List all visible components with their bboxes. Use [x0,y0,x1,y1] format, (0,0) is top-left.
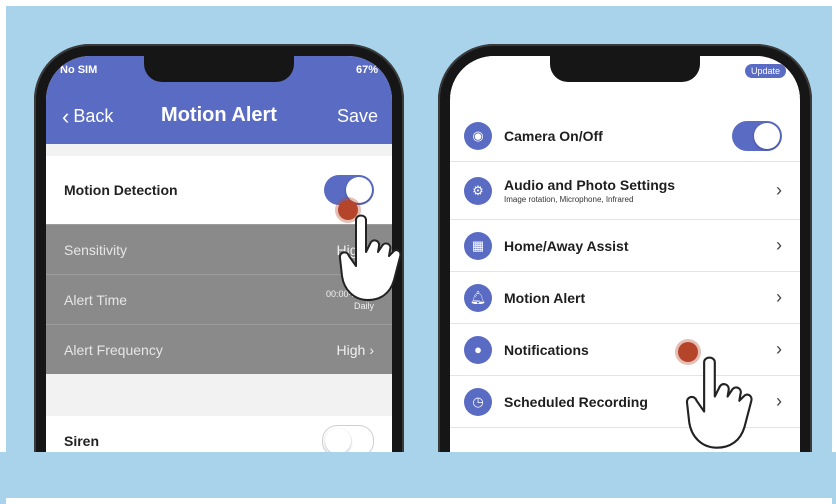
home-away-assist-label: Home/Away Assist [504,237,629,254]
alert-frequency-label: Alert Frequency [64,341,163,358]
home-away-assist-row[interactable]: ▦ Home/Away Assist › [450,220,800,272]
pointing-hand-icon [338,214,402,301]
left-phone: No SIM 67% ‹ Back Motion Alert Save Moti… [34,44,404,504]
camera-on-off-label: Camera On/Off [504,127,603,144]
chevron-right-icon: › [776,180,782,200]
home-grid-icon: ▦ [464,231,492,260]
chevron-right-icon: › [776,391,782,411]
clock-icon: ◷ [464,387,492,416]
audio-photo-settings-row[interactable]: ⚙ Audio and Photo Settings Image rotatio… [450,162,800,220]
lower-backdrop [0,452,836,504]
sensitivity-label: Sensitivity [64,241,128,258]
audio-photo-settings-label: Audio and Photo Settings [504,177,676,193]
settings-icon: ⚙ [464,176,492,205]
notification-icon: ● [464,335,492,364]
battery-status: 67% [355,64,378,76]
carrier-status: No SIM [60,64,98,76]
camera-toggle[interactable] [732,120,782,151]
pointing-hand-icon [685,356,753,449]
alert-frequency-row[interactable]: Alert Frequency High › [46,324,392,374]
motion-alert-row[interactable]: 🔔︎ Motion Alert › [450,272,800,324]
camera-icon: ◉ [464,121,492,150]
alert-frequency-value: High [336,341,366,358]
alert-time-label: Alert Time [64,291,128,308]
audio-photo-settings-sub: Image rotation, Microphone, Infrared [504,195,634,204]
motion-detection-label: Motion Detection [64,182,178,198]
update-button[interactable]: Update [744,64,786,78]
notch [144,56,294,82]
save-button[interactable]: Save [337,106,378,127]
camera-on-off-row: ◉ Camera On/Off [450,110,800,162]
motion-alert-label: Motion Alert [504,289,586,306]
bell-icon: 🔔︎ [464,283,492,312]
chevron-right-icon: › [776,235,782,255]
chevron-right-icon: › [776,339,782,359]
chevron-right-icon: › [776,287,782,307]
siren-label: Siren [64,433,100,449]
right-phone: Update ◉ Camera On/Off ⚙ Audio and Photo… [438,44,812,504]
chevron-right-icon: › [369,341,374,358]
notch [550,56,700,82]
